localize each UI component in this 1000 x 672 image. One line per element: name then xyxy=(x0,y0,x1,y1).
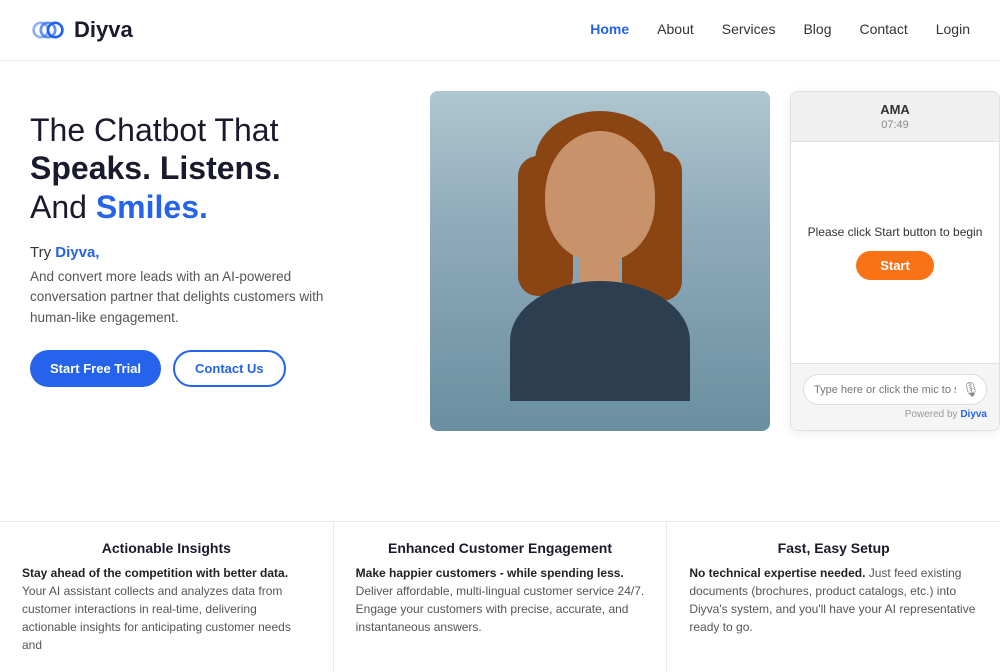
feature-title-setup: Fast, Easy Setup xyxy=(689,540,978,556)
mic-icon[interactable]: 🎙 xyxy=(962,381,980,398)
hero-left: The Chatbot That Speaks. Listens. And Sm… xyxy=(30,91,410,387)
feature-card-setup: Fast, Easy Setup No technical expertise … xyxy=(667,522,1000,672)
nav-item-services[interactable]: Services xyxy=(722,21,776,39)
chatbot-title: AMA xyxy=(805,102,985,117)
tagline: And convert more leads with an AI-powere… xyxy=(30,267,370,328)
feature-desc-engagement: Make happier customers - while spending … xyxy=(356,564,645,636)
chatbot-footer: 🎙 Powered by Diyva xyxy=(791,363,999,430)
powered-by-brand: Diyva xyxy=(960,409,987,420)
headline-line2: Speaks. Listens. xyxy=(30,150,281,186)
nav-link-contact[interactable]: Contact xyxy=(859,21,907,37)
chatbot-input[interactable] xyxy=(814,384,956,396)
nav-item-home[interactable]: Home xyxy=(590,21,629,39)
nav-link-blog[interactable]: Blog xyxy=(803,21,831,37)
nav-links: Home About Services Blog Contact Login xyxy=(590,21,970,39)
try-text: Try Diyva, xyxy=(30,244,410,261)
feature-desc-insights: Stay ahead of the competition with bette… xyxy=(22,564,311,654)
powered-by-text: Powered by xyxy=(905,409,961,420)
chatbot-start-message: Please click Start button to begin xyxy=(808,225,983,239)
person-body xyxy=(510,281,690,401)
feature-title-insights: Actionable Insights xyxy=(22,540,311,556)
headline-line3-part1: And xyxy=(30,189,96,225)
person-head xyxy=(545,131,655,261)
powered-by: Powered by Diyva xyxy=(803,409,987,420)
nav-item-contact[interactable]: Contact xyxy=(859,21,907,39)
nav-link-login[interactable]: Login xyxy=(936,21,970,37)
logo-icon xyxy=(30,12,66,48)
hero-section: The Chatbot That Speaks. Listens. And Sm… xyxy=(0,61,1000,521)
nav-link-home[interactable]: Home xyxy=(590,21,629,37)
features-section: Actionable Insights Stay ahead of the co… xyxy=(0,521,1000,672)
nav-item-about[interactable]: About xyxy=(657,21,694,39)
feature-bold-0: Stay ahead of the competition with bette… xyxy=(22,566,288,580)
nav-link-services[interactable]: Services xyxy=(722,21,776,37)
feature-card-insights: Actionable Insights Stay ahead of the co… xyxy=(0,522,334,672)
chatbot-header: AMA 07:49 xyxy=(791,92,999,142)
headline-smiles: Smiles. xyxy=(96,189,208,225)
chatbot-time: 07:49 xyxy=(805,119,985,131)
nav-item-blog[interactable]: Blog xyxy=(803,21,831,39)
feature-desc-setup: No technical expertise needed. Just feed… xyxy=(689,564,978,636)
feature-title-engagement: Enhanced Customer Engagement xyxy=(356,540,645,556)
nav-item-login[interactable]: Login xyxy=(936,21,970,39)
navbar: Diyva Home About Services Blog Contact L… xyxy=(0,0,1000,61)
feature-bold-2: No technical expertise needed. xyxy=(689,566,865,580)
try-label: Try xyxy=(30,244,55,261)
headline-line1: The Chatbot That xyxy=(30,112,278,148)
hero-headline: The Chatbot That Speaks. Listens. And Sm… xyxy=(30,111,410,226)
contact-us-button[interactable]: Contact Us xyxy=(173,350,286,387)
try-brand: Diyva, xyxy=(55,244,99,261)
person-illustration xyxy=(430,91,770,431)
chatbot-input-area[interactable]: 🎙 xyxy=(803,374,987,405)
person-neck xyxy=(580,246,620,286)
chatbot-widget: AMA 07:49 Please click Start button to b… xyxy=(790,91,1000,431)
nav-link-about[interactable]: About xyxy=(657,21,694,37)
logo[interactable]: Diyva xyxy=(30,12,133,48)
feature-card-engagement: Enhanced Customer Engagement Make happie… xyxy=(334,522,668,672)
chatbot-body: Please click Start button to begin Start xyxy=(791,142,999,363)
start-free-trial-button[interactable]: Start Free Trial xyxy=(30,350,161,387)
cta-buttons: Start Free Trial Contact Us xyxy=(30,350,410,387)
chatbot-start-button[interactable]: Start xyxy=(856,251,934,280)
logo-text: Diyva xyxy=(74,17,133,43)
feature-bold-1: Make happier customers - while spending … xyxy=(356,566,624,580)
hero-person-image xyxy=(430,91,770,431)
